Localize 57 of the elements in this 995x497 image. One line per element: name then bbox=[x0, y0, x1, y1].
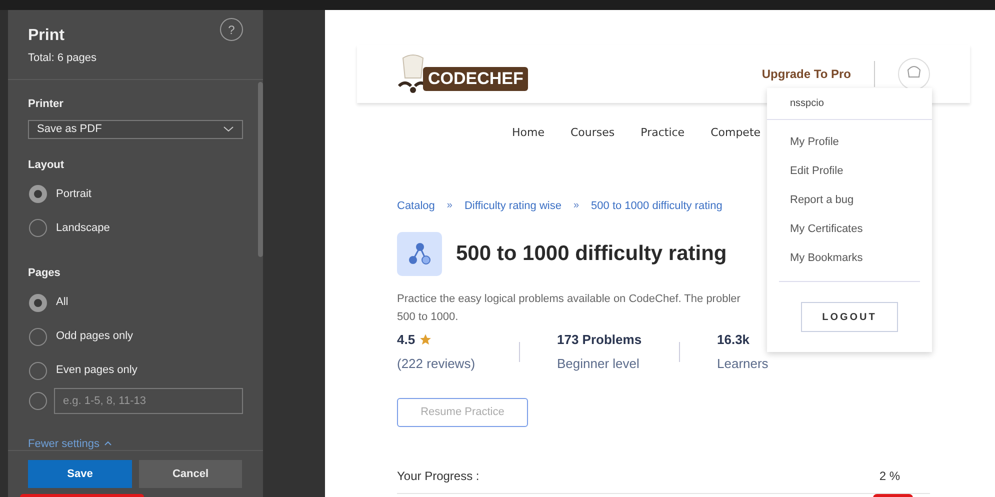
breadcrumb-separator: » bbox=[446, 198, 452, 212]
chevron-up-icon bbox=[104, 441, 112, 446]
radio-label: Portrait bbox=[56, 186, 92, 202]
nav-link[interactable]: Courses bbox=[570, 125, 615, 142]
cancel-button[interactable]: Cancel bbox=[139, 460, 242, 488]
stat-value: 16.3k bbox=[717, 331, 750, 349]
nav-link[interactable]: Practice bbox=[640, 125, 685, 142]
nav-link[interactable]: Home bbox=[512, 125, 544, 142]
stat-label: Learners bbox=[717, 354, 770, 372]
radio-button[interactable] bbox=[29, 362, 47, 380]
section-label: Pages bbox=[28, 266, 62, 281]
radio-label: Even pages only bbox=[56, 363, 138, 378]
stat-label: (222 reviews) bbox=[397, 354, 476, 373]
progress-label: Your Progress : bbox=[397, 468, 480, 485]
chevron-down-icon bbox=[223, 126, 234, 132]
panel-title: Print bbox=[28, 26, 66, 46]
avatar-icon[interactable] bbox=[898, 58, 930, 90]
menu-item[interactable]: Report a bug bbox=[790, 191, 909, 209]
tree-icon bbox=[397, 232, 442, 276]
radio-label: Landscape bbox=[56, 220, 110, 236]
stat-label: Beginner level bbox=[557, 354, 640, 373]
scrollbar[interactable] bbox=[258, 82, 263, 256]
menu-item[interactable]: My Profile bbox=[790, 133, 909, 151]
radio-button[interactable] bbox=[29, 328, 47, 346]
radio-button[interactable] bbox=[29, 219, 47, 237]
radio-label: Odd pages only bbox=[56, 329, 134, 344]
section-label: Layout bbox=[28, 158, 66, 172]
radio-label: All bbox=[56, 295, 68, 310]
radio-button[interactable] bbox=[29, 294, 47, 312]
breadcrumb-link[interactable]: Catalog bbox=[397, 198, 435, 214]
breadcrumb-separator: » bbox=[573, 198, 580, 212]
nav-link[interactable]: Compete bbox=[710, 125, 761, 142]
page-count: Total: 6 pages bbox=[28, 51, 96, 66]
page-title: 500 to 1000 difficulty rating bbox=[456, 241, 727, 268]
page-range-field[interactable]: e.g. 1-5, 8, 11-13 bbox=[54, 388, 243, 414]
section-label: Printer bbox=[28, 96, 64, 112]
stat-value: 173 Problems bbox=[557, 331, 642, 349]
progress-value: 2 % bbox=[879, 468, 900, 485]
radio-button[interactable] bbox=[29, 185, 47, 203]
breadcrumb-link[interactable]: Difficulty rating wise bbox=[464, 198, 562, 214]
site-logo[interactable]: CODECHEF bbox=[397, 54, 528, 94]
star-icon bbox=[419, 333, 432, 346]
upgrade-link[interactable]: Upgrade To Pro bbox=[762, 65, 851, 83]
description-text: 500 to 1000. bbox=[397, 310, 458, 325]
breadcrumb-link[interactable]: 500 to 1000 difficulty rating bbox=[591, 198, 722, 214]
username: nsspcio bbox=[767, 88, 932, 120]
menu-item[interactable]: Edit Profile bbox=[790, 162, 909, 180]
description-text: Practice the easy logical problems available on CodeChef. The probler bbox=[397, 292, 740, 307]
stat-value: 4.5 bbox=[397, 331, 416, 349]
logout-button[interactable]: LOGOUT bbox=[801, 302, 898, 332]
help-button[interactable]: ? bbox=[220, 18, 243, 41]
save-button[interactable]: Save bbox=[28, 460, 132, 488]
printer-dropdown[interactable]: Save as PDF bbox=[28, 120, 243, 138]
menu-item[interactable]: My Bookmarks bbox=[790, 249, 909, 267]
menu-item[interactable]: My Certificates bbox=[790, 220, 909, 238]
logo-text: CODECHEF bbox=[423, 67, 528, 91]
radio-button[interactable] bbox=[29, 392, 47, 410]
